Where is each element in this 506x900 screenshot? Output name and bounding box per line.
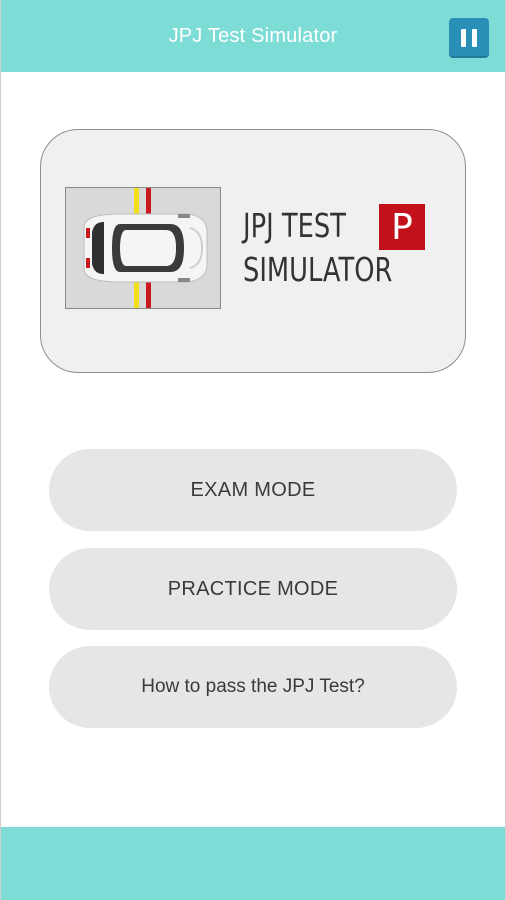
practice-mode-button[interactable]: PRACTICE MODE bbox=[49, 548, 457, 630]
pause-icon bbox=[461, 29, 466, 47]
bottom-bar bbox=[1, 827, 505, 900]
p-badge: P bbox=[379, 204, 425, 250]
logo-card: JPJ TEST SIMULATOR P bbox=[40, 129, 466, 373]
pause-icon-bar bbox=[472, 29, 477, 47]
car-top-view-icon bbox=[65, 187, 221, 309]
app-title: JPJ Test Simulator bbox=[168, 24, 338, 47]
exam-mode-button[interactable]: EXAM MODE bbox=[49, 449, 457, 531]
logo-line-2: SIMULATOR bbox=[243, 250, 393, 289]
how-to-pass-button[interactable]: How to pass the JPJ Test? bbox=[49, 646, 457, 728]
pause-button[interactable] bbox=[449, 18, 489, 58]
top-bar: JPJ Test Simulator bbox=[1, 0, 505, 72]
